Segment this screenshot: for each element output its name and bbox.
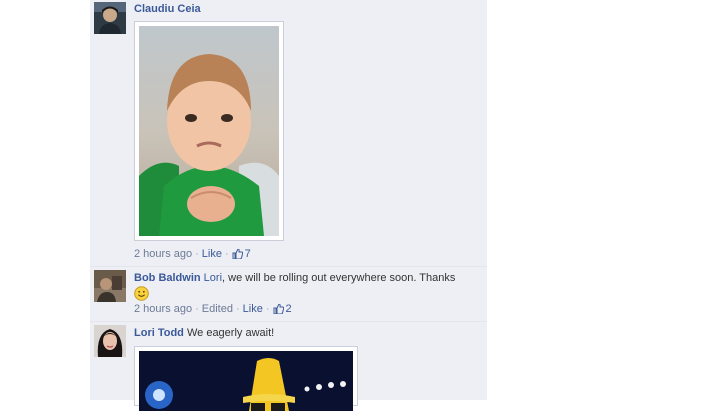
thumbs-up-icon	[273, 304, 284, 314]
avatar-image	[94, 325, 126, 357]
like-link[interactable]: Like	[243, 303, 263, 315]
edited-label[interactable]: Edited	[202, 303, 233, 315]
separator: ·	[265, 303, 270, 315]
baby-fist-pump-photo	[139, 26, 279, 236]
attached-photo[interactable]	[134, 346, 358, 411]
avatar[interactable]	[94, 325, 126, 357]
like-link[interactable]: Like	[202, 248, 222, 260]
comment-author[interactable]: Bob Baldwin	[134, 272, 201, 284]
avatar[interactable]	[94, 2, 126, 34]
timestamp: 2 hours ago	[134, 248, 193, 260]
smiley-icon	[134, 286, 149, 301]
like-count: 2	[285, 303, 292, 315]
separator: ·	[195, 303, 199, 315]
comment-item: Lori Todd We eagerly await!	[90, 322, 487, 411]
avatar-image	[94, 2, 126, 34]
comment-thread: Claudiu Ceia 2 hours ago · Like · 7 Bob …	[90, 0, 487, 411]
timestamp: 2 hours ago	[134, 303, 193, 315]
comment-item: Bob Baldwin Lori, we will be rolling out…	[90, 267, 487, 321]
comment-meta: 2 hours ago · Like · 7	[134, 248, 251, 260]
avatar-image	[94, 270, 126, 302]
comment-meta: 2 hours ago · Edited · Like · 2	[134, 303, 292, 315]
comment-author[interactable]: Claudiu Ceia	[134, 3, 201, 15]
thumbs-up-icon	[232, 249, 243, 259]
separator: ·	[235, 303, 240, 315]
mention-link[interactable]: Lori	[204, 272, 222, 284]
comment-item: Claudiu Ceia 2 hours ago · Like · 7	[90, 0, 487, 266]
like-count: 7	[244, 248, 251, 260]
yellow-hat-sunglasses-photo	[139, 351, 353, 411]
comment-author[interactable]: Lori Todd	[134, 327, 184, 339]
attached-photo[interactable]	[134, 21, 284, 241]
separator: ·	[195, 248, 199, 260]
comment-text: We eagerly await!	[186, 327, 275, 339]
comment-body: Bob Baldwin Lori, we will be rolling out…	[134, 271, 474, 303]
like-count-link[interactable]: 2	[273, 303, 292, 315]
avatar[interactable]	[94, 270, 126, 302]
separator: ·	[224, 248, 229, 260]
like-count-link[interactable]: 7	[232, 248, 251, 260]
comment-text: , we will be rolling out everywhere soon…	[222, 272, 456, 284]
comment-body: Lori Todd We eagerly await!	[134, 326, 474, 341]
